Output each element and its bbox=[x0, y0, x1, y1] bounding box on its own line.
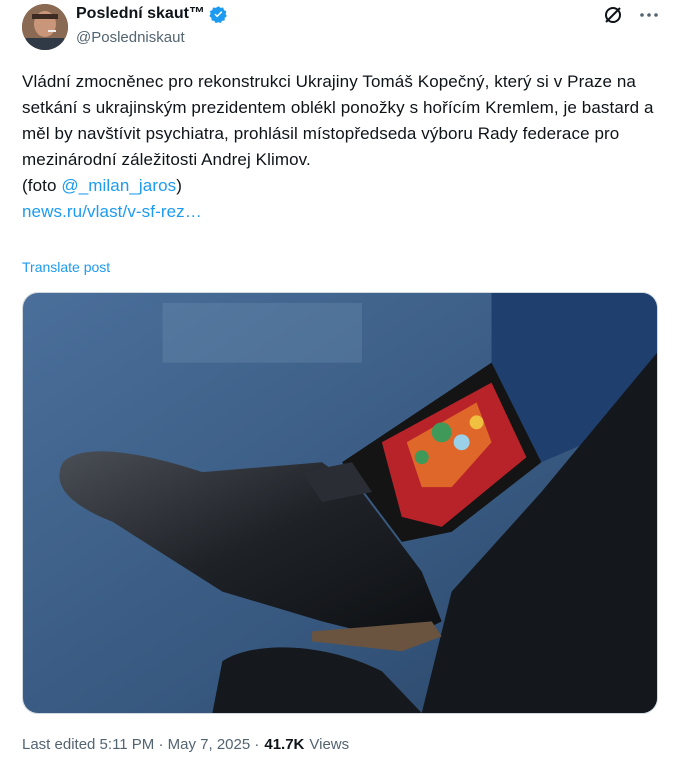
verified-badge-icon[interactable] bbox=[209, 5, 228, 24]
credit-suffix: ) bbox=[176, 176, 183, 195]
edited-timestamp[interactable]: Last edited 5:11 PM · May 7, 2025 · bbox=[22, 736, 259, 753]
translate-post-button[interactable]: Translate post bbox=[22, 259, 110, 275]
photo-credit: (foto @_milan_jaros) bbox=[22, 173, 662, 199]
post-actions-top bbox=[602, 4, 660, 26]
post-body: Vládní zmocněnec pro rekonstrukci Ukraji… bbox=[22, 69, 662, 225]
author-handle[interactable]: @Posledniskaut bbox=[76, 28, 228, 48]
post-header: Poslední skaut™ @Posledniskaut bbox=[76, 4, 228, 48]
post-image[interactable] bbox=[22, 292, 658, 714]
views-label: Views bbox=[309, 736, 350, 753]
author-name[interactable]: Poslední skaut™ bbox=[76, 4, 205, 24]
views-count: 41.7K bbox=[264, 736, 305, 753]
author-avatar[interactable] bbox=[22, 4, 68, 50]
credit-prefix: (foto bbox=[22, 176, 62, 195]
post-text: Vládní zmocněnec pro rekonstrukci Ukraji… bbox=[22, 72, 654, 169]
grok-icon[interactable] bbox=[602, 4, 624, 26]
post-meta: Last edited 5:11 PM · May 7, 2025 · 41.7… bbox=[22, 736, 349, 753]
mention-link[interactable]: @_milan_jaros bbox=[61, 176, 176, 195]
more-dots-icon[interactable] bbox=[638, 4, 660, 26]
external-link[interactable]: news.ru/vlast/v-sf-rez… bbox=[22, 202, 202, 221]
